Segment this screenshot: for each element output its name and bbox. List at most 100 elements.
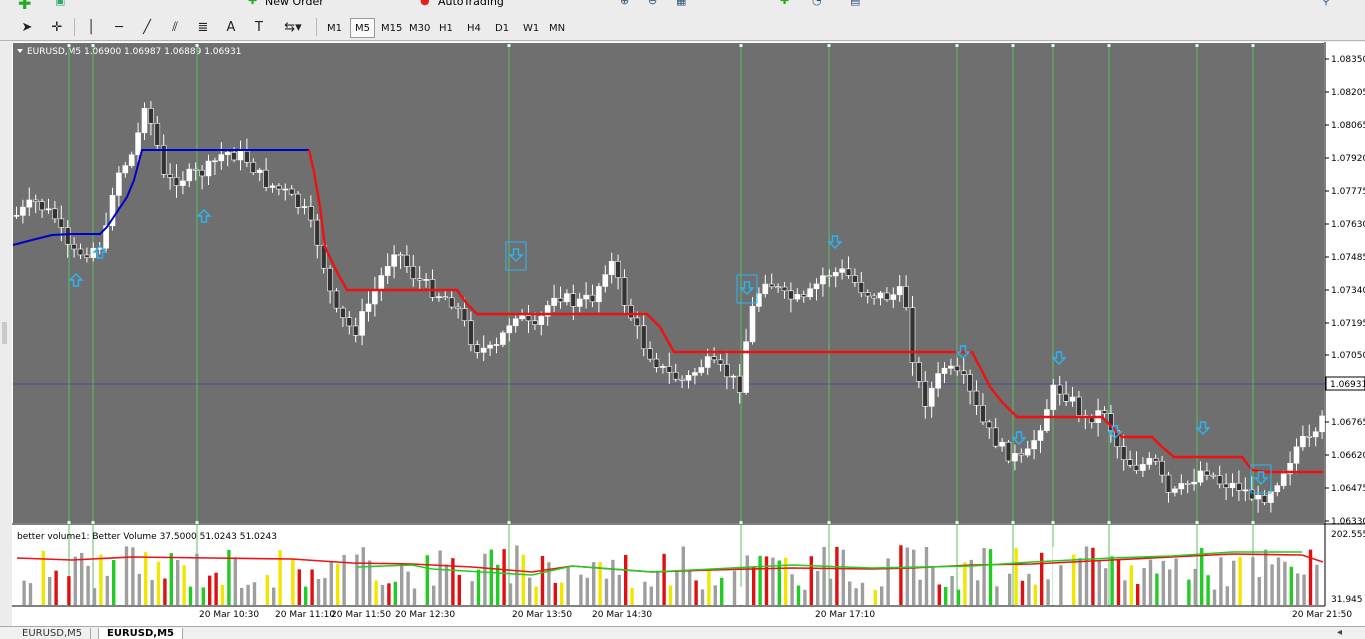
candle-body (269, 185, 276, 188)
text-label-icon[interactable]: T (248, 17, 270, 37)
candle-body (711, 356, 717, 361)
autotrading-icon[interactable]: ● (420, 0, 436, 10)
search-icon[interactable]: ⚲ (1322, 0, 1338, 10)
price-tick-label: 1.07630 (1331, 220, 1365, 230)
volume-bar (988, 549, 993, 605)
candle-body (455, 306, 461, 309)
tabs-scroll-icon[interactable]: ◂ (1337, 627, 1342, 638)
resize-grip[interactable] (2, 322, 7, 344)
new-order-button[interactable]: New Order (265, 0, 324, 8)
volume-bar (412, 588, 417, 605)
volume-bar (1264, 549, 1268, 605)
candle-body (340, 307, 346, 318)
timeframe-h1[interactable]: H1 (434, 18, 458, 38)
zoom-in-icon[interactable]: ⊕ (620, 0, 636, 10)
volume-bar (73, 556, 77, 605)
price-tick-label: 1.07050 (1331, 351, 1365, 361)
timeframe-w1[interactable]: W1 (518, 18, 544, 38)
candle-body (1050, 384, 1057, 410)
volume-bar (675, 570, 679, 605)
signal-line-marker (67, 521, 71, 524)
volume-bar (16, 569, 20, 605)
candle-body (128, 154, 135, 166)
autotrading-button[interactable]: AutoTrading (438, 0, 504, 8)
volume-bar (502, 549, 506, 605)
volume-bar (777, 560, 781, 605)
signal-line-marker (827, 521, 831, 524)
volume-bar (739, 586, 743, 605)
indicators-icon[interactable]: ✚ (780, 0, 796, 10)
arrows-icon[interactable]: ⇆▾ (276, 17, 310, 37)
volume-bar (758, 555, 762, 605)
candle-body (538, 315, 545, 325)
volume-bar (54, 570, 58, 605)
volume-bar (425, 555, 429, 605)
volume-bar (1238, 556, 1242, 605)
volume-bar (656, 571, 660, 605)
volume-bar (745, 555, 749, 605)
volume-bar (438, 550, 442, 605)
horizontal-line-icon[interactable]: ─ (108, 17, 130, 37)
time-axis-label: 20 Mar 12:30 (395, 610, 455, 620)
fibonacci-icon[interactable]: ≣ (192, 17, 214, 37)
candle-body (845, 268, 852, 276)
templates-icon[interactable]: ▤ (850, 0, 866, 10)
volume-bar (272, 587, 276, 605)
candle-body (564, 293, 570, 303)
volume-bar (1155, 573, 1159, 605)
volume-bar (112, 560, 116, 605)
volume-bar (950, 576, 954, 605)
candle-body (794, 294, 801, 300)
volume-bar (1129, 565, 1133, 605)
new-chart-icon[interactable]: ✚ (18, 0, 34, 13)
vertical-line-icon[interactable]: │ (80, 17, 102, 37)
volume-bar (937, 584, 941, 605)
new-order-icon[interactable]: ✚ (248, 0, 264, 10)
volume-bar (649, 586, 653, 605)
volume-bar (457, 574, 461, 605)
zoom-out-icon[interactable]: ⊖ (648, 0, 664, 10)
volume-bar (1232, 560, 1236, 605)
candle-body (384, 266, 391, 276)
timeframe-h4[interactable]: H4 (462, 18, 486, 38)
candle-body (602, 274, 609, 287)
volume-bar (982, 548, 986, 605)
timeframe-m30[interactable]: M30 (404, 18, 435, 38)
trendline-icon[interactable]: ╱ (136, 17, 158, 37)
candle-body (1236, 482, 1242, 491)
volume-bar (592, 562, 596, 605)
chart-tab-2[interactable]: EURUSD,M5 (98, 628, 183, 639)
crosshair-icon[interactable]: ✛ (46, 17, 68, 37)
price-tick-label: 1.07485 (1331, 253, 1365, 263)
timeframe-m1[interactable]: M1 (322, 18, 347, 38)
text-icon[interactable]: A (220, 17, 242, 37)
timeframe-m15[interactable]: M15 (376, 18, 407, 38)
signal-line-marker (1195, 44, 1199, 47)
tile-windows-icon[interactable]: ▦ (676, 0, 692, 10)
candle-body (692, 372, 698, 376)
chart-tab-1[interactable]: EURUSD,M5 (14, 628, 92, 639)
volume-bar (515, 545, 519, 605)
volume-bar (163, 578, 167, 605)
volume-bar (195, 553, 199, 605)
price-chart[interactable]: 1.08350 1.08205 1.08065 1.07920 1.07775 1.076… (12, 42, 1365, 626)
signal-line-marker (507, 521, 511, 524)
timeframe-m5[interactable]: M5 (350, 18, 375, 38)
candle-body (231, 152, 237, 161)
candle-body (135, 132, 141, 156)
volume-bar (694, 580, 698, 605)
cursor-icon[interactable]: ➤ (16, 17, 38, 37)
candle-body (730, 375, 737, 378)
volume-bar (496, 564, 500, 605)
candle-body (436, 296, 442, 298)
price-tick-label: 1.08350 (1331, 55, 1365, 65)
profiles-icon[interactable]: ▣ (55, 0, 71, 10)
timeframe-d1[interactable]: D1 (490, 18, 514, 38)
volume-bar (1270, 564, 1274, 605)
equidistant-channel-icon[interactable]: ⫽ (164, 17, 186, 37)
price-tick-label: 1.07340 (1331, 286, 1365, 296)
timeframe-mn[interactable]: MN (544, 18, 570, 38)
volume-bar (476, 569, 481, 605)
periods-icon[interactable]: ◔ (812, 0, 828, 10)
volume-bar (1027, 573, 1031, 605)
